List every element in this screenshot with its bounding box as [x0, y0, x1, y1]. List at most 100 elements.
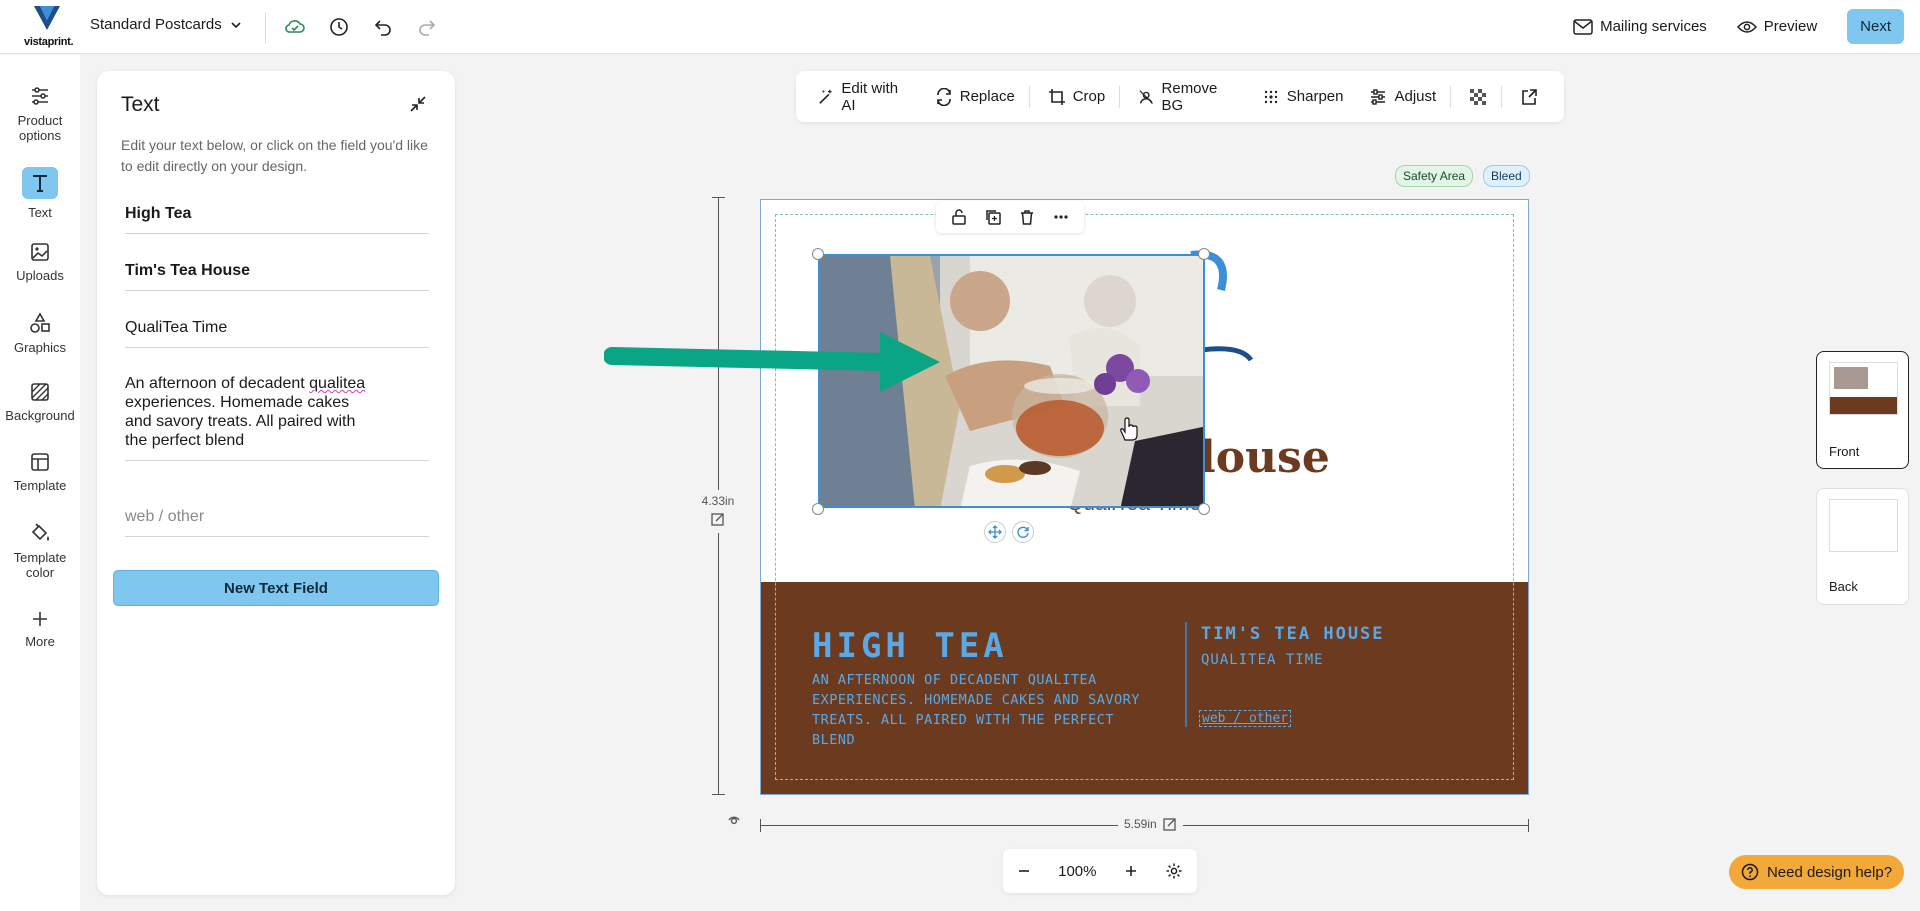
logo-wordmark: vistaprint. — [24, 36, 74, 48]
zoom-in-icon[interactable] — [1124, 864, 1138, 878]
next-button[interactable]: Next — [1847, 9, 1904, 44]
bleed-badge[interactable]: Bleed — [1483, 165, 1530, 187]
safety-area-badge[interactable]: Safety Area — [1395, 165, 1474, 187]
checkerboard-icon — [1470, 88, 1487, 105]
mailing-services-link[interactable]: Mailing services — [1573, 18, 1707, 35]
adjust-button[interactable]: Adjust — [1369, 88, 1436, 106]
text-field-tims-tea-house[interactable]: Tim's Tea House — [125, 262, 429, 291]
document-title: Standard Postcards — [90, 16, 222, 33]
image-toolbar: Edit with AI Replace Crop Remove BG Shar… — [796, 71, 1564, 122]
rail-label: Uploads — [16, 268, 64, 283]
description-text: An afternoon of decadent — [125, 375, 305, 392]
need-design-help-button[interactable]: Need design help? — [1729, 855, 1904, 889]
rail-item-graphics[interactable]: Graphics — [0, 312, 80, 355]
trash-icon[interactable] — [1018, 208, 1036, 226]
toolbar-divider — [1119, 85, 1121, 108]
replace-button[interactable]: Replace — [935, 87, 1015, 106]
top-bar: vistaprint. Standard Postcards Mailing s… — [0, 0, 1920, 54]
text-field-web-other[interactable]: web / other — [125, 508, 429, 537]
design-qualitea-time[interactable]: QUALITEA TIME — [1201, 652, 1324, 668]
collapse-icon[interactable] — [409, 95, 427, 118]
preview-link[interactable]: Preview — [1736, 18, 1818, 35]
more-options-icon[interactable] — [1052, 208, 1070, 226]
resize-handle-top-right[interactable] — [1198, 248, 1210, 260]
front-thumbnail — [1829, 362, 1898, 415]
design-high-tea[interactable]: HIGH TEA — [812, 626, 1008, 666]
remove-bg-label: Remove BG — [1161, 79, 1218, 114]
shapes-icon — [0, 312, 80, 334]
rail-label: Graphics — [13, 340, 67, 355]
resize-handle-bottom-right[interactable] — [1198, 503, 1210, 515]
chevron-down-icon — [231, 21, 241, 28]
design-title-white[interactable]: louse — [1199, 432, 1330, 483]
new-text-field-button[interactable]: New Text Field — [113, 570, 439, 606]
design-web-other[interactable]: web / other — [1199, 710, 1292, 727]
text-icon — [22, 167, 58, 199]
green-arrow-annotation — [604, 332, 940, 392]
object-toolbar — [936, 201, 1084, 233]
link-dimensions-icon[interactable] — [724, 808, 744, 828]
page-front[interactable]: Front — [1816, 351, 1909, 469]
preview-label: Preview — [1763, 18, 1818, 35]
undo-icon[interactable] — [370, 14, 396, 40]
description-text: experiences. Homemade cakes and savory t… — [125, 394, 356, 449]
design-tims-tea-house[interactable]: TIM'S TEA HOUSE — [1201, 624, 1385, 644]
width-value: 5.59in — [1124, 817, 1157, 831]
edit-size-icon — [711, 513, 724, 526]
divider — [265, 12, 266, 44]
share-button[interactable] — [1520, 88, 1538, 106]
unlock-icon[interactable] — [950, 208, 968, 226]
crop-label: Crop — [1072, 88, 1106, 105]
back-label: Back — [1829, 579, 1858, 594]
envelope-icon — [1573, 18, 1593, 35]
rail-item-uploads[interactable]: Uploads — [0, 242, 80, 283]
rotate-icon[interactable] — [1012, 521, 1034, 543]
zoom-out-icon[interactable] — [1017, 864, 1031, 878]
duplicate-icon[interactable] — [984, 208, 1002, 226]
crop-button[interactable]: Crop — [1048, 88, 1106, 106]
front-label: Front — [1829, 444, 1860, 459]
rail-label: color — [25, 565, 55, 580]
image-icon — [0, 242, 80, 262]
sliders-icon — [0, 85, 80, 107]
text-field-qualitea-time[interactable]: QualiTea Time — [125, 319, 429, 348]
resize-handle-bottom-left[interactable] — [812, 503, 824, 515]
zoom-control: 100% — [1003, 849, 1197, 893]
rail-label: More — [25, 634, 55, 649]
page-back[interactable]: Back — [1816, 488, 1909, 605]
history-icon[interactable] — [326, 14, 352, 40]
remove-bg-button[interactable]: Remove BG — [1138, 80, 1236, 114]
rail-item-background[interactable]: Background — [0, 382, 80, 423]
redo-icon[interactable] — [414, 14, 440, 40]
rail-item-template[interactable]: Template — [0, 452, 80, 493]
band-divider — [1185, 622, 1187, 727]
zoom-value[interactable]: 100% — [1058, 863, 1096, 880]
rail-item-text[interactable]: Text — [0, 167, 80, 220]
resize-handle-top-left[interactable] — [812, 248, 824, 260]
height-label[interactable]: 4.33in — [698, 490, 738, 533]
transparency-button[interactable] — [1469, 88, 1487, 106]
width-label[interactable]: 5.59in — [1118, 817, 1183, 831]
text-field-description[interactable]: An afternoon of decadent qualitea experi… — [125, 374, 429, 461]
vistaprint-logo[interactable]: vistaprint. — [22, 6, 74, 48]
rail-item-template-color[interactable]: Template color — [0, 522, 80, 580]
rail-item-more[interactable]: More — [0, 610, 80, 649]
cloud-saved-icon[interactable] — [282, 14, 308, 40]
sharpen-button[interactable]: Sharpen — [1262, 88, 1343, 106]
toolbar-divider — [1450, 85, 1452, 108]
move-icon[interactable] — [984, 521, 1006, 543]
text-field-high-tea[interactable]: High Tea — [125, 205, 429, 234]
rail-label: Template — [13, 550, 67, 565]
adjust-icon — [1371, 88, 1386, 105]
plus-icon — [0, 610, 80, 628]
design-description[interactable]: An afternoon of decadent qualitea experi… — [812, 670, 1142, 750]
magic-wand-icon — [819, 89, 832, 104]
eye-icon — [1736, 20, 1757, 33]
crop-icon — [1048, 88, 1065, 105]
panel-title: Text — [121, 93, 160, 116]
rail-item-product-options[interactable]: Product options — [0, 85, 80, 143]
edit-with-ai-button[interactable]: Edit with AI — [818, 80, 909, 114]
settings-icon[interactable] — [1165, 862, 1183, 880]
document-title-dropdown[interactable]: Standard Postcards — [90, 16, 242, 33]
export-icon — [1522, 88, 1537, 105]
